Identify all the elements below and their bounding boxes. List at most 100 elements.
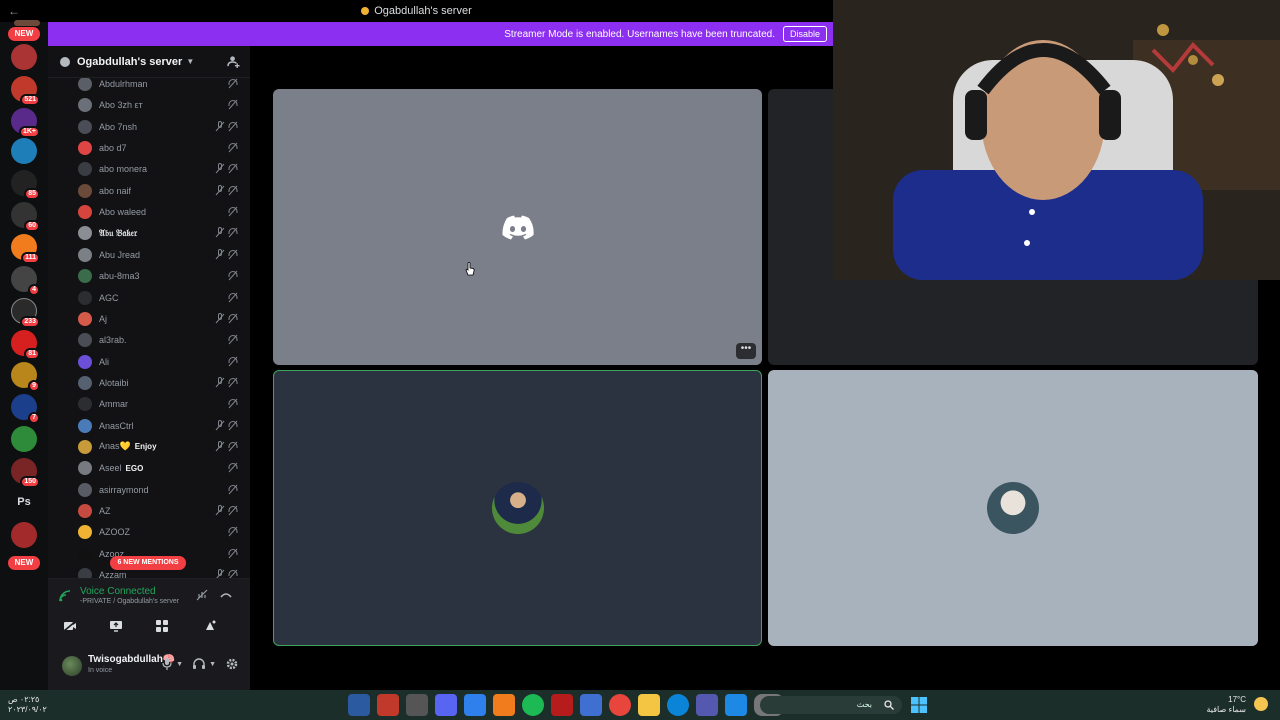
voice-member-row[interactable]: Ammar: [78, 394, 242, 414]
server-icon[interactable]: 1K+: [11, 108, 40, 138]
member-voice-status: [215, 248, 238, 260]
add-member-icon[interactable]: [227, 55, 240, 68]
title-bar: ← Ogabdullah's server: [0, 0, 833, 22]
voice-member-row[interactable]: Abu Jread: [78, 245, 242, 265]
microphone-icon[interactable]: [162, 658, 172, 670]
camera-off-button[interactable]: [48, 615, 92, 637]
new-unread-pill[interactable]: NEW: [8, 556, 40, 570]
webcam-overlay: [833, 0, 1280, 280]
app-icon[interactable]: [464, 694, 486, 716]
deafened-icon: [228, 441, 238, 452]
disconnect-icon[interactable]: [220, 589, 232, 601]
tile-more-options-button[interactable]: •••: [736, 343, 756, 359]
app-icon[interactable]: [493, 694, 515, 716]
voice-member-row[interactable]: Aj: [78, 309, 242, 329]
server-icon[interactable]: [11, 44, 37, 70]
voice-member-row[interactable]: AGC: [78, 288, 242, 308]
noise-suppression-icon[interactable]: [196, 589, 208, 601]
taskbar-clock[interactable]: ٠٢:٢٥ ص ٢٠٢٣/٠٩/٠٢: [8, 695, 47, 715]
server-icon[interactable]: 7: [11, 394, 40, 424]
user-avatar[interactable]: [62, 656, 82, 676]
server-icon[interactable]: 85: [11, 170, 40, 200]
server-icon[interactable]: [11, 426, 37, 452]
connection-signal-icon[interactable]: [58, 589, 72, 603]
server-icon[interactable]: 9: [11, 362, 40, 392]
server-icon[interactable]: [11, 522, 37, 548]
voice-member-row[interactable]: asirraymond: [78, 480, 242, 500]
voice-member-row[interactable]: abo naif: [78, 181, 242, 201]
server-icon[interactable]: [11, 138, 37, 164]
member-name: Alotaibi: [99, 377, 129, 388]
voice-channel-path[interactable]: -PRIVATE / Ogabdullah's server: [80, 598, 179, 605]
chevron-down-icon[interactable]: ▼: [209, 661, 216, 668]
teams-icon[interactable]: [696, 694, 718, 716]
chevron-down-icon[interactable]: ▼: [176, 661, 183, 668]
taskbar-search[interactable]: بحث: [760, 696, 902, 714]
member-name: abo d7: [99, 143, 127, 154]
server-icon[interactable]: 233: [11, 298, 40, 328]
voice-connected-status[interactable]: Voice Connected: [80, 586, 156, 597]
member-voice-status: [228, 548, 238, 559]
new-mentions-pill[interactable]: 6 NEW MENTIONS: [110, 556, 186, 570]
settings-icon[interactable]: [226, 658, 238, 670]
voice-member-row[interactable]: Anas💛 Enjoy: [78, 437, 242, 457]
server-icon[interactable]: 150: [11, 458, 40, 488]
new-unread-pill[interactable]: NEW: [8, 27, 40, 41]
voice-member-row[interactable]: Abdulrhman: [78, 78, 242, 94]
server-icon[interactable]: [14, 20, 40, 26]
server-ps[interactable]: Ps: [11, 489, 37, 515]
server-icon[interactable]: 111: [11, 234, 40, 264]
voice-member-row[interactable]: 𝔄𝔟𝔲 𝔅𝔞𝔨𝔢𝔯: [78, 223, 242, 243]
server-icon[interactable]: 4: [11, 266, 40, 296]
soundboard-button[interactable]: [188, 615, 232, 637]
voice-member-row[interactable]: Abo waleed: [78, 202, 242, 222]
app-icon[interactable]: [406, 694, 428, 716]
voice-member-row[interactable]: abu-8ma3: [78, 266, 242, 286]
back-arrow-icon[interactable]: ←: [8, 4, 20, 18]
server-icon[interactable]: 521: [11, 76, 40, 106]
voice-member-row[interactable]: Abo 3zh εт: [78, 95, 242, 115]
app-icon[interactable]: [377, 694, 399, 716]
voice-member-row[interactable]: AZ: [78, 501, 242, 521]
voice-member-row[interactable]: Abo 7nsh: [78, 117, 242, 137]
server-icon[interactable]: 81: [11, 330, 40, 360]
app-icon[interactable]: [725, 694, 747, 716]
mic-muted-icon: [228, 270, 238, 281]
server-header[interactable]: Ogabdullah's server ▼: [48, 46, 250, 78]
windows-start-icon[interactable]: [910, 696, 928, 714]
voice-member-row[interactable]: Ali: [78, 352, 242, 372]
voice-member-row[interactable]: al3rab.: [78, 330, 242, 350]
discord-taskbar-icon[interactable]: [435, 694, 457, 716]
app-icon[interactable]: [551, 694, 573, 716]
server-rail: NEW 521 1K+ 85 60 111 4 233 81 9 7 150 P…: [0, 20, 48, 690]
hand-cursor-icon: [465, 262, 475, 276]
video-tile[interactable]: •••: [273, 89, 762, 365]
file-explorer-icon[interactable]: [638, 694, 660, 716]
chrome-icon[interactable]: [609, 694, 631, 716]
screen-share-button[interactable]: [94, 615, 138, 637]
app-icon[interactable]: [348, 694, 370, 716]
member-avatar: [78, 418, 92, 433]
member-name: al3rab.: [99, 335, 127, 346]
voice-member-row[interactable]: Aseel EGO: [78, 458, 242, 478]
video-tile-speaking[interactable]: [273, 370, 762, 646]
server-name: Ogabdullah's server: [77, 55, 183, 68]
spotify-icon[interactable]: [522, 694, 544, 716]
weather-widget[interactable]: 17°C سماء صافية: [1206, 695, 1246, 715]
voice-member-row[interactable]: abo d7: [78, 138, 242, 158]
video-tile[interactable]: [768, 370, 1258, 646]
edge-icon[interactable]: [667, 694, 689, 716]
deafened-icon: [228, 505, 238, 516]
voice-member-row[interactable]: AZOOZ: [78, 522, 242, 542]
headphones-icon[interactable]: [193, 658, 206, 670]
server-icon[interactable]: 60: [11, 202, 40, 232]
disable-streamer-mode-button[interactable]: Disable: [782, 26, 827, 42]
voice-member-row[interactable]: abo monera: [78, 159, 242, 179]
member-avatar: [78, 247, 92, 262]
store-icon[interactable]: [580, 694, 602, 716]
voice-member-row[interactable]: AnasCtrl: [78, 416, 242, 436]
member-avatar: [78, 397, 92, 412]
voice-member-row[interactable]: Alotaibi: [78, 373, 242, 393]
member-avatar: [78, 269, 92, 284]
activities-button[interactable]: [140, 615, 184, 637]
